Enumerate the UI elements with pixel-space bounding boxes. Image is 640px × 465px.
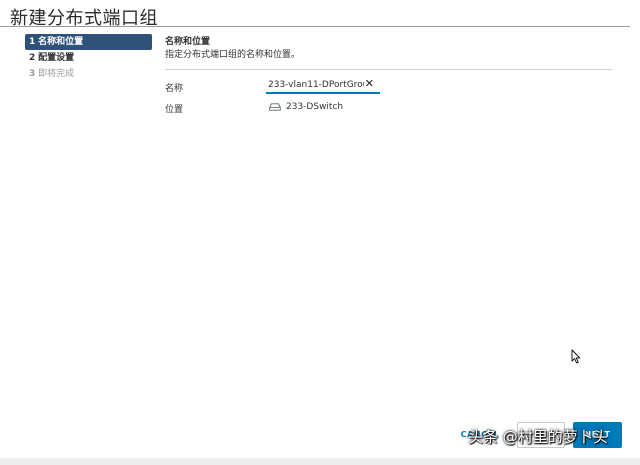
location-label: 位置 xyxy=(165,105,184,115)
title-divider xyxy=(0,26,630,27)
step-label: 名称和位置 xyxy=(38,37,84,47)
section-divider xyxy=(165,69,612,70)
bottom-strip xyxy=(0,458,640,465)
location-value: 233-DSwitch xyxy=(269,101,343,113)
step-number: 2 xyxy=(29,53,36,63)
wizard-steps: 1 名称和位置 2 配置设置 3 即将完成 xyxy=(25,34,152,82)
step-ready-to-complete: 3 即将完成 xyxy=(25,66,152,82)
clear-icon[interactable]: ✕ xyxy=(365,78,374,90)
step-configure-settings[interactable]: 2 配置设置 xyxy=(25,50,152,66)
location-text: 233-DSwitch xyxy=(286,102,344,112)
step-number: 1 xyxy=(29,37,36,47)
section-title: 名称和位置 xyxy=(165,37,211,47)
name-label: 名称 xyxy=(165,84,184,94)
name-input[interactable] xyxy=(268,78,364,92)
section-description: 指定分布式端口组的名称和位置。 xyxy=(165,50,301,60)
watermark: 头条 @村里的萝卜头 xyxy=(468,428,608,446)
step-content: 名称和位置 指定分布式端口组的名称和位置。 xyxy=(165,36,612,62)
step-label: 即将完成 xyxy=(38,69,75,79)
step-number: 3 xyxy=(29,69,36,79)
step-name-and-location[interactable]: 1 名称和位置 xyxy=(25,34,152,50)
step-label: 配置设置 xyxy=(38,53,75,63)
mouse-cursor-icon xyxy=(571,349,581,364)
switch-icon xyxy=(269,103,281,111)
name-field: ✕ xyxy=(266,78,380,94)
